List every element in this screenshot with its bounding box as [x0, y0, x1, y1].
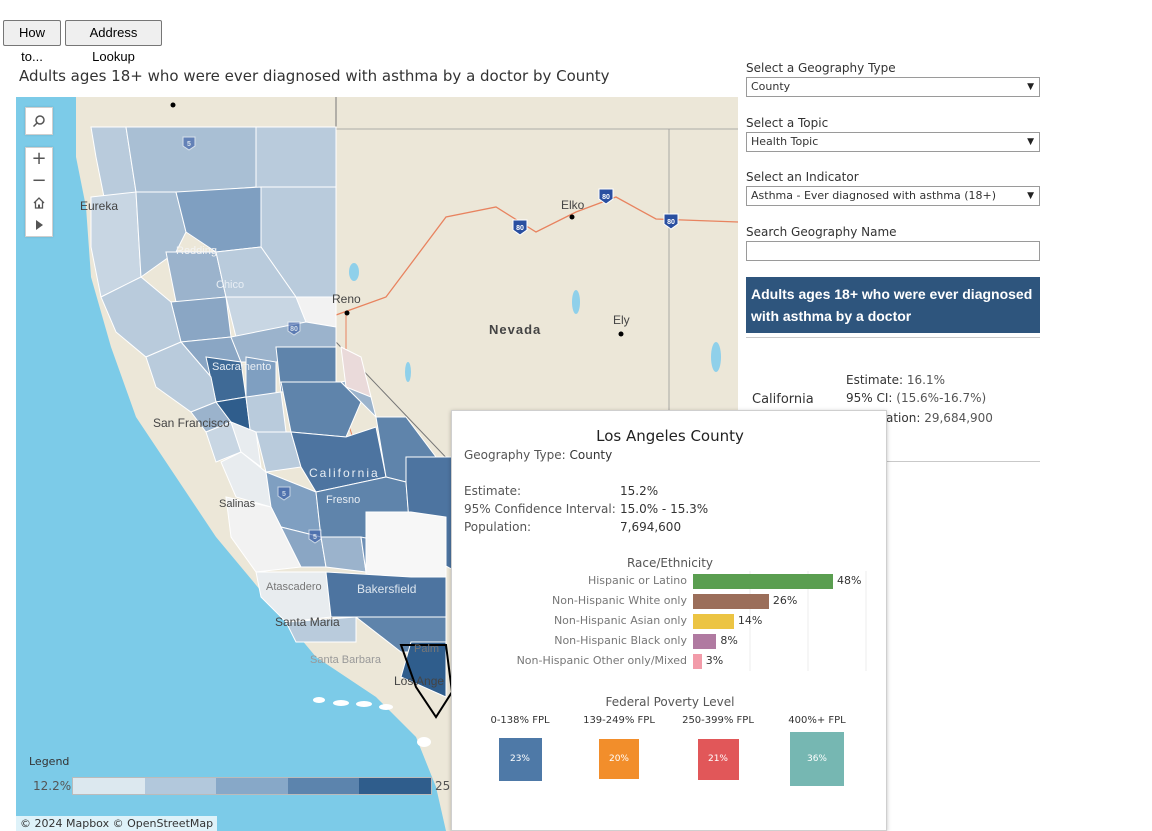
tooltip-estimate-value: 15.2% — [620, 484, 659, 498]
label-chico: Chico — [216, 279, 244, 291]
legend-max-label: 25 — [435, 779, 451, 793]
fpl-box: 36% — [790, 732, 844, 786]
topic-value: Health Topic — [751, 135, 819, 148]
topic-select[interactable]: Health Topic ▼ — [746, 132, 1040, 152]
label-los-angeles: Los Ange — [394, 674, 444, 688]
indicator-banner: Adults ages 18+ who were ever diagnosed … — [746, 277, 1040, 333]
label-sacramento: Sacramento — [212, 361, 271, 373]
indicator-label: Select an Indicator — [746, 170, 859, 184]
label-eureka: Eureka — [80, 199, 118, 213]
geography-type-label: Select a Geography Type — [746, 61, 896, 75]
state-population: ation: 29,684,900 — [886, 411, 993, 425]
tooltip-title: Los Angeles County — [596, 427, 744, 445]
svg-text:80: 80 — [667, 219, 675, 226]
tooltip-ci-label: 95% Confidence Interval: — [464, 502, 616, 516]
search-icon[interactable] — [26, 108, 52, 134]
race-bar — [693, 614, 734, 629]
legend-min-label: 12.2% — [33, 779, 72, 793]
svg-text:5: 5 — [282, 491, 286, 498]
geography-type-select[interactable]: County ▼ — [746, 77, 1040, 97]
play-icon[interactable] — [26, 214, 52, 236]
legend-title: Legend — [29, 755, 70, 768]
indicator-value: Asthma - Ever diagnosed with asthma (18+… — [751, 189, 996, 202]
legend-swatch — [216, 778, 288, 794]
tooltip-geo-type: Geography Type: County — [464, 448, 613, 462]
minus-icon[interactable]: − — [26, 170, 52, 192]
legend-swatch — [73, 778, 145, 794]
legend-swatch — [287, 778, 360, 794]
race-value: 8% — [720, 634, 738, 647]
svg-text:5: 5 — [187, 141, 191, 148]
divider — [746, 337, 1040, 338]
indicator-select[interactable]: Asthma - Ever diagnosed with asthma (18+… — [746, 186, 1040, 206]
search-geography-input[interactable] — [746, 241, 1040, 261]
race-label: Non-Hispanic Other only/Mixed — [516, 654, 687, 667]
label-redding: Redding — [176, 245, 217, 257]
race-value: 48% — [837, 574, 862, 587]
fpl-label: 139-249% FPL — [583, 715, 655, 726]
race-value: 26% — [772, 594, 798, 607]
svg-text:80: 80 — [290, 326, 298, 333]
label-bakersfield: Bakersfield — [357, 582, 416, 596]
race-bar — [693, 574, 833, 589]
how-to-button[interactable]: How to... — [3, 20, 61, 64]
chevron-down-icon: ▼ — [1027, 82, 1034, 92]
fpl-label: 400%+ FPL — [788, 715, 846, 726]
race-value: 14% — [737, 614, 763, 627]
map-title: Adults ages 18+ who were ever diagnosed … — [19, 67, 610, 85]
plus-icon[interactable]: + — [26, 148, 52, 170]
home-icon[interactable] — [26, 192, 52, 214]
label-palmdale: Palm — [414, 643, 439, 655]
legend-swatch — [144, 778, 217, 794]
fpl-box: 21% — [697, 738, 739, 780]
map-zoom-controls: + − — [25, 147, 53, 237]
label-salinas: Salinas — [219, 498, 256, 510]
fpl-box: 23% — [498, 737, 542, 781]
label-atascadero: Atascadero — [266, 581, 322, 593]
label-santa-maria: Santa Maria — [275, 615, 340, 629]
race-bar — [693, 634, 717, 649]
label-fresno: Fresno — [326, 494, 360, 506]
svg-text:5: 5 — [313, 534, 317, 541]
tooltip-estimate-label: Estimate: — [464, 484, 522, 498]
label-ely: Ely — [613, 313, 630, 327]
race-label: Hispanic or Latino — [587, 574, 687, 587]
legend-swatch — [359, 778, 431, 794]
label-reno: Reno — [332, 292, 361, 306]
county-tooltip: Los Angeles County Geography Type: Count… — [451, 410, 887, 831]
legend-color-scale — [72, 777, 432, 795]
address-lookup-button[interactable]: Address Lookup — [65, 20, 162, 64]
state-estimate: Estimate: 16.1% — [846, 373, 945, 387]
geography-type-value: County — [751, 80, 791, 93]
chevron-down-icon: ▼ — [1027, 191, 1034, 201]
label-elko: Elko — [561, 198, 585, 212]
fpl-label: 250-399% FPL — [682, 715, 754, 726]
topic-label: Select a Topic — [746, 116, 829, 130]
tooltip-population-label: Population: — [464, 520, 532, 534]
label-california: California — [309, 466, 380, 480]
svg-text:80: 80 — [516, 225, 524, 232]
fpl-chart-title: Federal Poverty Level — [605, 695, 735, 709]
label-nevada: Nevada — [489, 322, 541, 337]
race-label: Non-Hispanic Black only — [554, 634, 687, 647]
race-bar — [693, 654, 702, 669]
fpl-label: 0-138% FPL — [490, 715, 550, 726]
search-geography-label: Search Geography Name — [746, 225, 897, 239]
fpl-box: 20% — [599, 739, 639, 779]
svg-text:80: 80 — [602, 194, 610, 201]
race-value: 3% — [705, 654, 724, 667]
label-san-francisco: San Francisco — [153, 416, 230, 430]
race-label: Non-Hispanic Asian only — [553, 614, 687, 627]
tooltip-population-value: 7,694,600 — [620, 520, 682, 534]
chevron-down-icon: ▼ — [1027, 137, 1034, 147]
tooltip-ci-value: 15.0% - 15.3% — [620, 502, 709, 516]
race-label: Non-Hispanic White only — [551, 594, 687, 607]
map-search-control[interactable] — [25, 107, 53, 135]
race-chart-title: Race/Ethnicity — [626, 556, 714, 570]
state-name: California — [752, 392, 814, 407]
state-ci: 95% CI: (15.6%-16.7%) — [846, 391, 987, 405]
label-santa-barbara: Santa Barbara — [310, 654, 382, 666]
race-bar — [693, 594, 769, 609]
map-attribution[interactable]: © 2024 Mapbox © OpenStreetMap — [16, 816, 218, 831]
